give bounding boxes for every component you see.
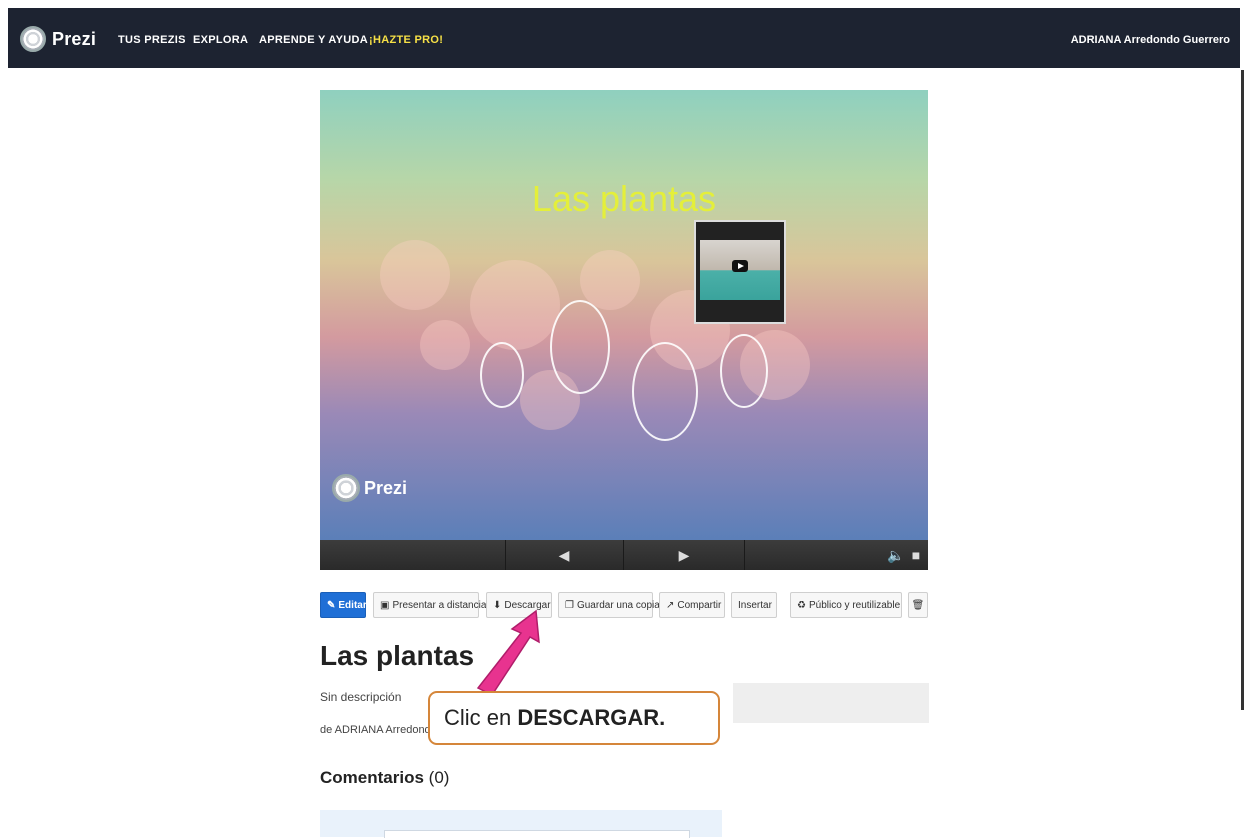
- prezi-logo[interactable]: Prezi: [20, 26, 96, 52]
- prezi-watermark-text: Prezi: [364, 477, 408, 498]
- nav-hazte-pro[interactable]: ¡HAZTE PRO!: [369, 34, 443, 46]
- save-copy-button[interactable]: ❐ Guardar una copia: [558, 592, 660, 618]
- share-icon: ↗: [666, 600, 675, 611]
- nav-aprende-y-ayuda[interactable]: APRENDE Y AYUDA: [259, 34, 368, 46]
- delete-button[interactable]: 🗑: [908, 592, 928, 618]
- present-remote-label: Presentar a distancia: [392, 600, 487, 611]
- presentation-description: Sin descripción: [320, 690, 402, 704]
- download-icon: ⬇: [493, 600, 502, 611]
- recycle-icon: ♻: [797, 600, 806, 611]
- play-icon[interactable]: [732, 260, 748, 272]
- comments-label: Comentarios: [320, 768, 424, 787]
- viewer-controls: ◀ ▶ 🔈 ■: [320, 540, 928, 570]
- frame-circle-2[interactable]: [550, 300, 610, 394]
- frame-circle-1[interactable]: [480, 342, 524, 408]
- prezi-logo-text: Prezi: [52, 28, 97, 49]
- prezi-watermark-icon: [332, 474, 360, 502]
- embed-button[interactable]: Insertar: [731, 592, 777, 618]
- video-thumbnail[interactable]: [694, 220, 786, 324]
- arrow-right-icon[interactable]: ▶: [672, 544, 696, 566]
- viewer-watermark: Prezi: [332, 474, 407, 502]
- presentation-author[interactable]: de ADRIANA Arredondo: [320, 724, 437, 736]
- comments-count: (0): [428, 768, 450, 787]
- pencil-icon: ✎: [327, 600, 336, 611]
- visibility-label: Público y reutilizable: [808, 600, 901, 611]
- nav-explora[interactable]: EXPLORA: [193, 34, 248, 46]
- download-button[interactable]: ⬇ Descargar: [486, 592, 552, 618]
- visibility-button[interactable]: ♻ Público y reutilizable: [790, 592, 902, 618]
- frame-circle-3[interactable]: [632, 342, 698, 441]
- edit-button[interactable]: ✎ Editar: [320, 592, 367, 618]
- callout-text: Clic en: [444, 705, 518, 730]
- page-scrollbar[interactable]: [1241, 70, 1244, 710]
- download-button-label: Descargar: [504, 600, 551, 611]
- presentation-viewer[interactable]: Las plantas Prezi: [320, 90, 928, 540]
- edit-button-label: Editar: [338, 600, 367, 611]
- instruction-callout: Clic en DESCARGAR.: [428, 691, 720, 745]
- slide-title: Las plantas: [531, 178, 717, 219]
- share-button[interactable]: ↗ Compartir: [659, 592, 725, 618]
- comments-heading: Comentarios (0): [320, 768, 449, 788]
- fullscreen-icon[interactable]: ■: [904, 544, 928, 566]
- arrow-left-icon[interactable]: ◀: [552, 544, 576, 566]
- user-menu[interactable]: ADRIANA Arredondo Guerrero: [1071, 34, 1230, 46]
- presentation-title: Las plantas: [320, 640, 475, 671]
- share-button-label: Compartir: [677, 600, 722, 611]
- copy-icon: ❐: [565, 600, 574, 611]
- callout-bold-text: DESCARGAR.: [517, 705, 666, 730]
- nav-tus-prezis[interactable]: TUS PREZIS: [118, 34, 186, 46]
- prezi-logo-icon: [20, 26, 46, 52]
- presentation-icon: ▣: [380, 600, 390, 611]
- top-navigation-bar: Prezi TUS PREZIS EXPLORA APRENDE Y AYUDA…: [8, 8, 1240, 68]
- embed-button-label: Insertar: [738, 600, 772, 611]
- trash-icon: 🗑: [911, 600, 925, 611]
- save-copy-label: Guardar una copia: [576, 600, 660, 611]
- frame-circle-4[interactable]: [720, 334, 768, 408]
- side-info-box: [733, 683, 929, 723]
- present-remote-button[interactable]: ▣ Presentar a distancia: [373, 592, 486, 618]
